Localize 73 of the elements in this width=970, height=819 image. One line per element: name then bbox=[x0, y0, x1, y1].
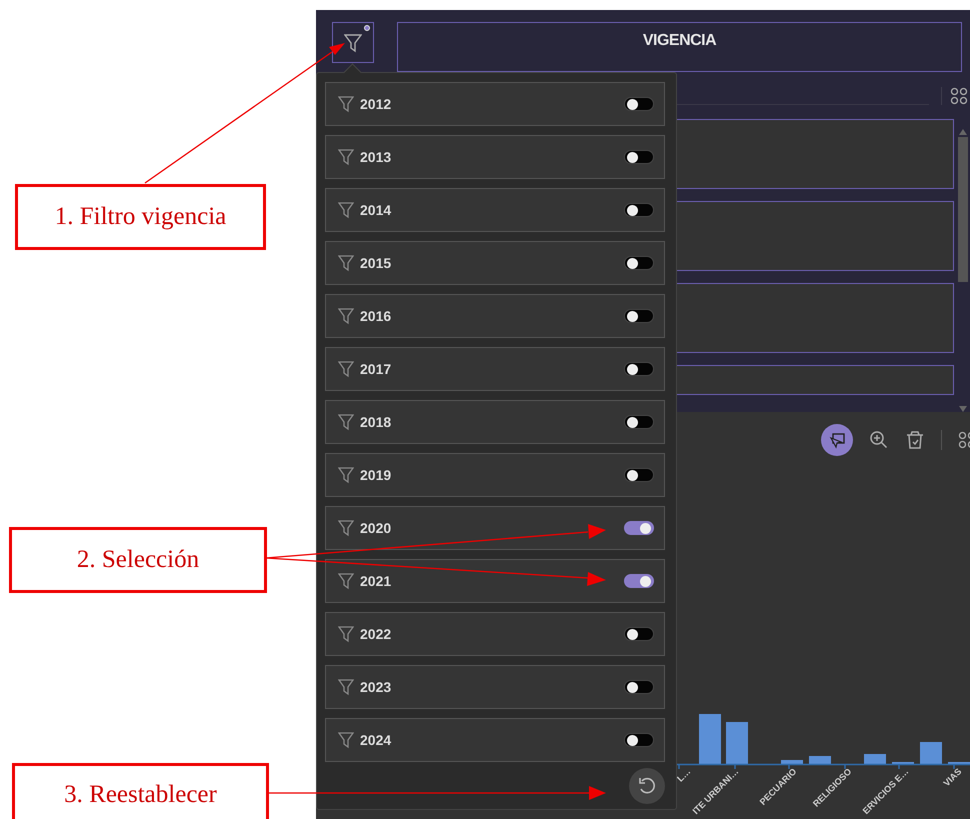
zoom-in-icon[interactable] bbox=[869, 430, 889, 450]
filter-icon bbox=[338, 731, 354, 749]
callout-label: 2. Selección bbox=[9, 527, 267, 593]
bar bbox=[809, 756, 831, 764]
year-label: 2013 bbox=[360, 149, 392, 165]
year-filter-item[interactable]: 2022 bbox=[325, 612, 665, 656]
year-filter-item[interactable]: 2016 bbox=[325, 294, 665, 338]
year-label: 2016 bbox=[360, 308, 392, 324]
year-filter-item[interactable]: 2024 bbox=[325, 718, 665, 762]
grid-icon[interactable] bbox=[941, 87, 968, 105]
axis-label: L… bbox=[677, 766, 692, 784]
reset-button[interactable] bbox=[629, 768, 665, 804]
year-label: 2022 bbox=[360, 626, 392, 642]
filter-icon bbox=[338, 625, 354, 643]
clear-filter-icon[interactable] bbox=[905, 430, 925, 450]
callout-label: 1. Filtro vigencia bbox=[15, 184, 266, 250]
year-label: 2015 bbox=[360, 255, 392, 271]
year-label: 2023 bbox=[360, 679, 392, 695]
year-filter-item[interactable]: 2015 bbox=[325, 241, 665, 285]
toggle-switch[interactable] bbox=[624, 150, 654, 164]
callout-label: 3. Reestablecer bbox=[12, 763, 269, 819]
year-filter-item[interactable]: 2012 bbox=[325, 82, 665, 126]
filter-icon bbox=[338, 519, 354, 537]
year-label: 2014 bbox=[360, 202, 392, 218]
year-filter-item[interactable]: 2017 bbox=[325, 347, 665, 391]
filter-icon bbox=[338, 466, 354, 484]
toggle-switch[interactable] bbox=[624, 415, 654, 429]
vigencia-title: VIGENCIA bbox=[642, 32, 716, 51]
year-label: 2018 bbox=[360, 414, 392, 430]
toggle-switch[interactable] bbox=[624, 574, 654, 588]
year-filter-item[interactable]: 2013 bbox=[325, 135, 665, 179]
filter-icon bbox=[338, 413, 354, 431]
toggle-switch[interactable] bbox=[624, 309, 654, 323]
year-label: 2012 bbox=[360, 96, 392, 112]
filter-icon bbox=[338, 254, 354, 272]
year-filter-item[interactable]: 2020 bbox=[325, 506, 665, 550]
filter-icon bbox=[338, 148, 354, 166]
year-filter-item[interactable]: 2021 bbox=[325, 559, 665, 603]
toggle-switch[interactable] bbox=[624, 680, 654, 694]
bar bbox=[920, 742, 942, 764]
bar bbox=[864, 754, 886, 764]
filter-icon bbox=[344, 32, 362, 52]
toggle-switch[interactable] bbox=[624, 256, 654, 270]
filter-icon bbox=[338, 360, 354, 378]
bar bbox=[781, 760, 803, 764]
year-filter-item[interactable]: 2023 bbox=[325, 665, 665, 709]
year-filter-item[interactable]: 2018 bbox=[325, 400, 665, 444]
toggle-switch[interactable] bbox=[624, 627, 654, 641]
filter-icon bbox=[338, 678, 354, 696]
reset-icon bbox=[637, 776, 657, 796]
bar bbox=[726, 722, 748, 764]
year-label: 2020 bbox=[360, 520, 392, 536]
year-filter-item[interactable]: 2019 bbox=[325, 453, 665, 497]
cursor-screen-icon bbox=[828, 431, 846, 449]
toggle-switch[interactable] bbox=[624, 362, 654, 376]
focus-mode-button[interactable] bbox=[821, 424, 853, 456]
toggle-switch[interactable] bbox=[624, 97, 654, 111]
filter-icon bbox=[338, 201, 354, 219]
year-label: 2021 bbox=[360, 573, 392, 589]
filter-icon bbox=[338, 95, 354, 113]
badge-dot bbox=[364, 25, 370, 31]
filter-icon bbox=[338, 572, 354, 590]
toggle-switch[interactable] bbox=[624, 203, 654, 217]
filter-icon bbox=[338, 307, 354, 325]
toggle-switch[interactable] bbox=[624, 733, 654, 747]
toggle-switch[interactable] bbox=[624, 468, 654, 482]
year-filter-item[interactable]: 2014 bbox=[325, 188, 665, 232]
bar bbox=[699, 714, 721, 764]
toggle-switch[interactable] bbox=[624, 521, 654, 535]
scroll-up-icon[interactable] bbox=[959, 129, 967, 135]
year-label: 2019 bbox=[360, 467, 392, 483]
year-label: 2024 bbox=[360, 732, 392, 748]
year-label: 2017 bbox=[360, 361, 392, 377]
